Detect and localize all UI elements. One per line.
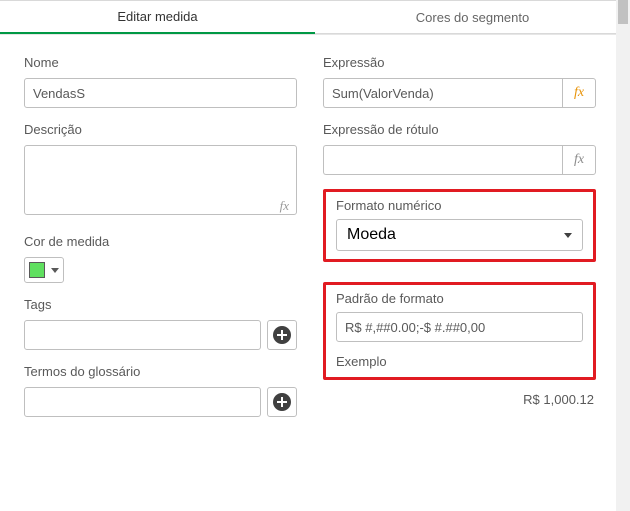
glossary-label: Termos do glossário xyxy=(24,364,297,379)
glossary-group: Termos do glossário xyxy=(24,364,297,417)
number-format-select[interactable]: Moeda xyxy=(336,219,583,251)
tab-bar: Editar medida Cores do segmento xyxy=(0,1,630,35)
tags-group: Tags xyxy=(24,297,297,350)
plus-circle-icon xyxy=(273,326,291,344)
plus-circle-icon xyxy=(273,393,291,411)
expression-group: Expressão fx xyxy=(323,55,596,108)
description-group: Descrição xyxy=(24,122,297,220)
scrollbar-thumb[interactable] xyxy=(618,0,628,24)
number-format-label: Formato numérico xyxy=(336,198,583,213)
number-format-value: Moeda xyxy=(347,226,396,244)
open-expression-editor-button[interactable]: fx xyxy=(562,78,596,108)
expression-label: Expressão xyxy=(323,55,596,70)
glossary-input[interactable] xyxy=(24,387,261,417)
expression-input[interactable] xyxy=(323,78,562,108)
fx-icon[interactable] xyxy=(280,198,289,214)
color-swatch xyxy=(29,262,45,278)
chevron-down-icon xyxy=(51,268,59,273)
description-label: Descrição xyxy=(24,122,297,137)
label-expression-input[interactable] xyxy=(323,145,562,175)
label-expression-label: Expressão de rótulo xyxy=(323,122,596,137)
tags-label: Tags xyxy=(24,297,297,312)
scrollbar[interactable] xyxy=(616,0,630,511)
label-expression-group: Expressão de rótulo fx xyxy=(323,122,596,175)
description-input[interactable] xyxy=(24,145,297,215)
tab-segment-colors[interactable]: Cores do segmento xyxy=(315,1,630,34)
example-label: Exemplo xyxy=(336,354,583,369)
chevron-down-icon xyxy=(564,233,572,238)
tags-input[interactable] xyxy=(24,320,261,350)
name-label: Nome xyxy=(24,55,297,70)
name-group: Nome xyxy=(24,55,297,108)
example-value: R$ 1,000.12 xyxy=(323,392,596,407)
number-format-highlight: Formato numérico Moeda xyxy=(323,189,596,262)
left-column: Nome Descrição Cor de medida xyxy=(24,55,297,495)
name-input[interactable] xyxy=(24,78,297,108)
add-glossary-button[interactable] xyxy=(267,387,297,417)
format-pattern-highlight: Padrão de formato Exemplo xyxy=(323,282,596,380)
measure-color-picker[interactable] xyxy=(24,257,64,283)
format-pattern-input[interactable] xyxy=(336,312,583,342)
open-label-expression-editor-button[interactable]: fx xyxy=(562,145,596,175)
color-group: Cor de medida xyxy=(24,234,297,283)
format-pattern-label: Padrão de formato xyxy=(336,291,583,306)
measure-color-label: Cor de medida xyxy=(24,234,297,249)
tab-edit-measure[interactable]: Editar medida xyxy=(0,1,315,34)
add-tag-button[interactable] xyxy=(267,320,297,350)
right-column: Expressão fx Expressão de rótulo fx Form… xyxy=(323,55,604,495)
